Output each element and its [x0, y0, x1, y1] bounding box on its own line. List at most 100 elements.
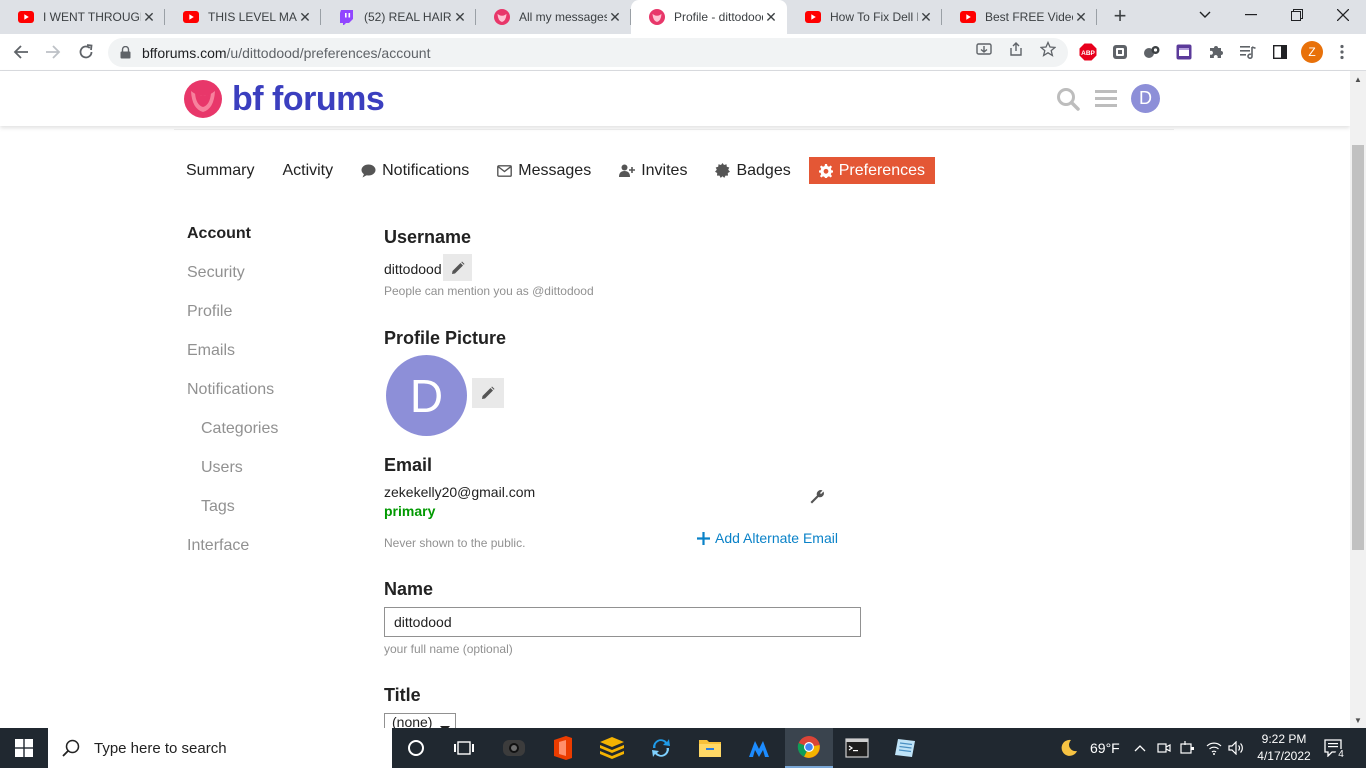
username-label: Username: [384, 227, 472, 247]
kebab-menu-icon[interactable]: [1333, 43, 1351, 61]
bookmark-star-icon[interactable]: [1040, 41, 1056, 57]
scroll-up-arrow-icon[interactable]: ▲: [1350, 71, 1366, 87]
sidebar-item-tags[interactable]: Tags: [187, 495, 347, 534]
windows-taskbar: Type here to search 69°F 9:22 PM 4/17/20…: [0, 728, 1366, 768]
search-icon[interactable]: [1056, 87, 1080, 111]
tab-messages[interactable]: Messages: [487, 157, 601, 184]
browser-tab[interactable]: How To Fix Dell L ✕: [787, 0, 942, 34]
media-control-icon[interactable]: [1239, 43, 1257, 61]
close-window-button[interactable]: [1320, 0, 1366, 30]
sync-app-icon[interactable]: [637, 728, 685, 768]
extensions-puzzle-icon[interactable]: [1207, 43, 1225, 61]
adblock-plus-icon[interactable]: ABP: [1079, 43, 1097, 61]
share-icon[interactable]: [1008, 41, 1024, 57]
tab-close-icon[interactable]: ✕: [297, 9, 313, 26]
twitch-icon: [339, 9, 355, 25]
side-panel-icon[interactable]: [1271, 43, 1289, 61]
battery-power-icon[interactable]: [1180, 728, 1196, 768]
forward-button[interactable]: [40, 39, 66, 65]
sidebar-item-interface[interactable]: Interface: [187, 534, 347, 573]
tab-close-icon[interactable]: ✕: [141, 9, 157, 26]
user-plus-icon: [619, 164, 636, 177]
scroll-down-arrow-icon[interactable]: ▼: [1350, 712, 1366, 728]
tab-title: How To Fix Dell L: [830, 10, 918, 24]
volume-icon[interactable]: [1228, 728, 1244, 768]
xbox-app-icon[interactable]: [490, 728, 538, 768]
extension-icon[interactable]: [1175, 43, 1193, 61]
action-center-icon[interactable]: 4: [1324, 728, 1347, 768]
taskbar-search-box[interactable]: Type here to search: [48, 728, 392, 768]
tab-activity[interactable]: Activity: [272, 157, 343, 184]
new-tab-button[interactable]: +: [1108, 5, 1132, 29]
tab-search-icon[interactable]: [1182, 0, 1228, 30]
certificate-icon: [715, 163, 731, 178]
back-button[interactable]: [8, 39, 34, 65]
tab-summary[interactable]: Summary: [176, 157, 264, 184]
notepad-app-icon[interactable]: [881, 728, 929, 768]
sidebar-item-categories[interactable]: Categories: [187, 417, 347, 456]
cortana-icon[interactable]: [392, 728, 440, 768]
hamburger-menu-icon[interactable]: [1095, 87, 1119, 111]
site-logo[interactable]: bf forums: [183, 79, 385, 119]
email-primary-badge: primary: [384, 503, 436, 519]
edit-username-button[interactable]: [443, 254, 472, 281]
weather-temperature: 69°F: [1090, 740, 1120, 756]
add-alternate-email-link[interactable]: Add Alternate Email: [697, 530, 838, 546]
stack-app-icon[interactable]: [588, 728, 636, 768]
office-icon[interactable]: [539, 728, 587, 768]
browser-tab[interactable]: THIS LEVEL MADE ✕: [165, 0, 321, 34]
tab-close-icon[interactable]: ✕: [607, 9, 623, 26]
sidebar-item-users[interactable]: Users: [187, 456, 347, 495]
tab-close-icon[interactable]: ✕: [763, 9, 779, 26]
tab-close-icon[interactable]: ✕: [918, 9, 934, 26]
tab-close-icon[interactable]: ✕: [1073, 9, 1089, 26]
wifi-icon[interactable]: [1206, 728, 1222, 768]
weather-widget[interactable]: 69°F: [1060, 728, 1120, 768]
name-input[interactable]: dittodood: [384, 607, 861, 637]
tab-title: Best FREE Video: [985, 10, 1073, 24]
title-select[interactable]: (none): [384, 713, 456, 729]
tab-label: Notifications: [382, 161, 470, 179]
taskbar-clock[interactable]: 9:22 PM 4/17/2022: [1248, 731, 1320, 765]
show-hidden-icons-chevron-icon[interactable]: [1134, 728, 1146, 768]
sidebar-item-security[interactable]: Security: [187, 261, 347, 300]
wrench-icon[interactable]: [809, 489, 825, 505]
browser-tab-active[interactable]: Profile - dittodood ✕: [631, 0, 787, 34]
tab-preferences[interactable]: Preferences: [808, 157, 935, 184]
browser-tab[interactable]: I WENT THROUGH ✕: [0, 0, 165, 34]
task-view-icon[interactable]: [440, 728, 488, 768]
windows-start-button[interactable]: [0, 728, 48, 768]
meet-now-icon[interactable]: [1157, 728, 1171, 768]
current-user-avatar[interactable]: D: [1131, 84, 1160, 113]
restore-button[interactable]: [1274, 0, 1320, 30]
add-alternate-email-label: Add Alternate Email: [715, 530, 838, 546]
tab-invites[interactable]: Invites: [609, 157, 697, 184]
extension-icon[interactable]: [1111, 43, 1129, 61]
extension-icon[interactable]: [1143, 43, 1161, 61]
edit-profile-picture-button[interactable]: [472, 378, 504, 408]
lock-icon[interactable]: [120, 46, 132, 60]
browser-tab[interactable]: All my messages ✕: [476, 0, 631, 34]
sidebar-item-emails[interactable]: Emails: [187, 339, 347, 378]
logo-wordmark: bf forums: [232, 79, 385, 118]
scrollbar-thumb[interactable]: [1352, 145, 1364, 550]
browser-tab[interactable]: (52) REAL HAIR R ✕: [321, 0, 476, 34]
tab-title: Profile - dittodood: [674, 10, 763, 24]
reload-button[interactable]: [73, 39, 99, 65]
malwarebytes-icon[interactable]: [735, 728, 783, 768]
browser-tab[interactable]: Best FREE Video ✕: [942, 0, 1097, 34]
install-app-icon[interactable]: [976, 41, 992, 57]
address-bar[interactable]: bfforums.com/u/dittodood/preferences/acc…: [108, 38, 1068, 67]
tab-badges[interactable]: Badges: [705, 157, 800, 184]
chrome-taskbar-icon[interactable]: [785, 728, 833, 768]
sidebar-item-notifications[interactable]: Notifications: [187, 378, 347, 417]
sidebar-item-account[interactable]: Account: [187, 222, 347, 261]
terminal-icon[interactable]: [833, 728, 881, 768]
tab-close-icon[interactable]: ✕: [452, 9, 468, 26]
moon-icon: [1061, 739, 1077, 756]
minimize-button[interactable]: [1228, 0, 1274, 30]
file-explorer-icon[interactable]: [686, 728, 734, 768]
tab-notifications[interactable]: Notifications: [351, 157, 479, 184]
profile-avatar[interactable]: Z: [1301, 41, 1323, 63]
sidebar-item-profile[interactable]: Profile: [187, 300, 347, 339]
